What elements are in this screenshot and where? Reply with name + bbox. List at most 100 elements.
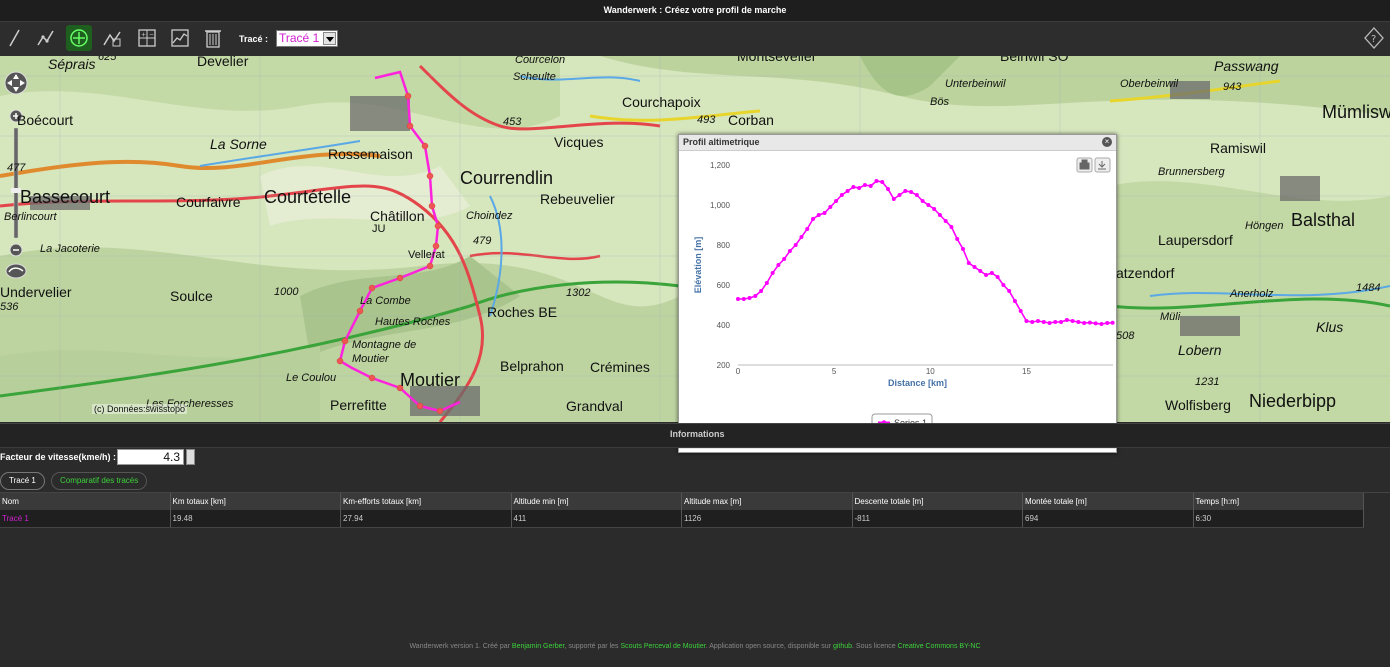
map-place-label: Rebeuvelier — [540, 191, 615, 207]
table-cell: Tracé 1 — [0, 510, 171, 527]
table-header: Nom Km totaux [km] Km-efforts totaux [km] A… — [0, 493, 1364, 510]
y-tick-label: 600 — [717, 281, 731, 290]
y-tick-label: 1,200 — [710, 161, 731, 170]
column-header[interactable]: Km-efforts totaux [km] — [341, 493, 512, 510]
x-tick-label: 0 — [736, 367, 741, 376]
map-place-label: Höngen — [1245, 220, 1284, 232]
map-place-label: La Sorne — [210, 136, 267, 152]
profile-window-title: Profil altimetrique — [679, 135, 1116, 151]
map-place-label: Courtételle — [264, 187, 352, 207]
series-line — [738, 180, 1113, 325]
map-place-label: Courcelon — [515, 56, 566, 66]
data-point — [799, 235, 804, 239]
data-point — [920, 199, 925, 203]
map-place-label: Mümlisw — [1322, 102, 1390, 122]
trash-button[interactable] — [200, 25, 226, 51]
author-link[interactable]: Benjamin Gerber — [512, 643, 565, 650]
map-place-label: Courrendlin — [460, 168, 554, 188]
window-title: Wanderwerk : Créez votre profil de march… — [0, 0, 1390, 22]
edit-route-button[interactable] — [99, 25, 125, 51]
pan-control-icon[interactable] — [3, 70, 29, 96]
map-place-label: 493 — [697, 114, 716, 126]
map-place-label: Wolfisberg — [1165, 397, 1231, 413]
tab-comparison[interactable]: Comparatif des tracés — [51, 472, 148, 490]
map-place-label: Bassecourt — [20, 187, 111, 207]
edit-route-icon — [103, 31, 121, 47]
svg-text:−: − — [149, 32, 154, 39]
map-place-label: Montsevelier — [737, 56, 817, 64]
column-header[interactable]: Altitude max [m] — [682, 493, 853, 510]
table-row[interactable]: Tracé 1 19.48 27.94 411 1126 -811 694 6:30 — [0, 510, 1364, 528]
data-point — [978, 269, 983, 273]
map-place-label: Belprahon — [500, 358, 564, 374]
close-icon[interactable]: × — [1102, 137, 1112, 147]
x-axis-title: Distance [km] — [888, 378, 947, 388]
map-place-label: 1302 — [566, 287, 591, 299]
column-header[interactable]: Km totaux [km] — [171, 493, 341, 510]
data-point — [805, 227, 810, 231]
add-point-button[interactable] — [66, 25, 92, 51]
map-place-label: 1231 — [1195, 376, 1220, 388]
map-place-label: 1484 — [1356, 282, 1381, 294]
data-point — [1105, 321, 1110, 325]
calculator-icon: + − — [138, 29, 156, 47]
speed-spinner-icon[interactable] — [186, 449, 195, 465]
data-point — [914, 193, 919, 197]
data-point — [1041, 320, 1046, 324]
data-point — [886, 187, 890, 191]
svg-text:+: + — [141, 32, 146, 39]
x-tick-label: 15 — [1022, 367, 1031, 376]
map-place-label: Moutier — [400, 370, 461, 390]
help-button[interactable]: ? — [1362, 25, 1386, 51]
github-link[interactable]: github — [833, 643, 852, 650]
draw-route-icon — [37, 30, 54, 46]
map-place-label: Undervelier — [0, 284, 72, 300]
data-point — [1030, 320, 1035, 324]
column-header[interactable]: Temps [h:m] — [1194, 493, 1364, 510]
data-point — [1012, 299, 1017, 303]
map-place-label: Klus — [1316, 319, 1344, 335]
data-point — [1099, 322, 1104, 326]
column-header[interactable]: Montée totale [m] — [1023, 493, 1194, 510]
license-link[interactable]: Creative Commons BY-NC — [898, 643, 981, 650]
footer: Wanderwerk version 1. Créé par Benjamin … — [0, 643, 1390, 650]
data-point — [874, 179, 879, 183]
table-cell: 27.94 — [341, 510, 512, 527]
draw-pencil-button[interactable] — [2, 25, 28, 51]
map-place-label: Scheulte — [513, 71, 556, 83]
tab-trace-1[interactable]: Tracé 1 — [0, 472, 45, 490]
download-icon[interactable] — [1094, 157, 1111, 173]
map-place-label: Develier — [197, 56, 249, 69]
column-header[interactable]: Nom — [0, 493, 171, 510]
data-point — [909, 190, 914, 194]
calculator-button[interactable]: + − — [134, 25, 160, 51]
print-icon[interactable] — [1076, 157, 1093, 173]
map-place-label: Boécourt — [17, 112, 74, 128]
info-bar: Informations — [0, 423, 1390, 448]
map-place-label: 453 — [503, 116, 522, 128]
map-place-label: 479 — [473, 235, 492, 247]
world-view-icon[interactable] — [3, 262, 29, 280]
map-place-label: 477 — [7, 162, 26, 174]
map-place-label: Brunnersberg — [1158, 166, 1225, 178]
y-tick-label: 800 — [717, 241, 731, 250]
profile-chart-button[interactable] — [167, 25, 193, 51]
column-header[interactable]: Altitude min [m] — [512, 493, 682, 510]
column-header[interactable]: Descente totale [m] — [853, 493, 1023, 510]
data-point — [932, 207, 937, 211]
speed-factor-input[interactable] — [117, 449, 184, 465]
map-place-label: 536 — [0, 301, 19, 313]
map-place-label: Courfaivre — [176, 194, 241, 210]
map-place-label: Corban — [728, 112, 774, 128]
trace-select[interactable]: Tracé 1 — [276, 30, 338, 47]
map-place-label: Moutier — [352, 353, 389, 365]
data-point — [1070, 319, 1075, 323]
zoom-out-icon[interactable] — [3, 243, 29, 257]
data-point — [937, 213, 942, 217]
map-place-label: Oberbeinwil — [1120, 78, 1179, 90]
scouts-link[interactable]: Scouts Perceval de Moutier — [620, 643, 705, 650]
map-place-label: Beinwil SO — [1000, 56, 1069, 64]
draw-route-button[interactable] — [33, 25, 59, 51]
elevation-profile-window[interactable]: Profil altimetrique × 1,200 1,000 800 600 40… — [678, 134, 1117, 453]
data-point — [966, 261, 971, 265]
